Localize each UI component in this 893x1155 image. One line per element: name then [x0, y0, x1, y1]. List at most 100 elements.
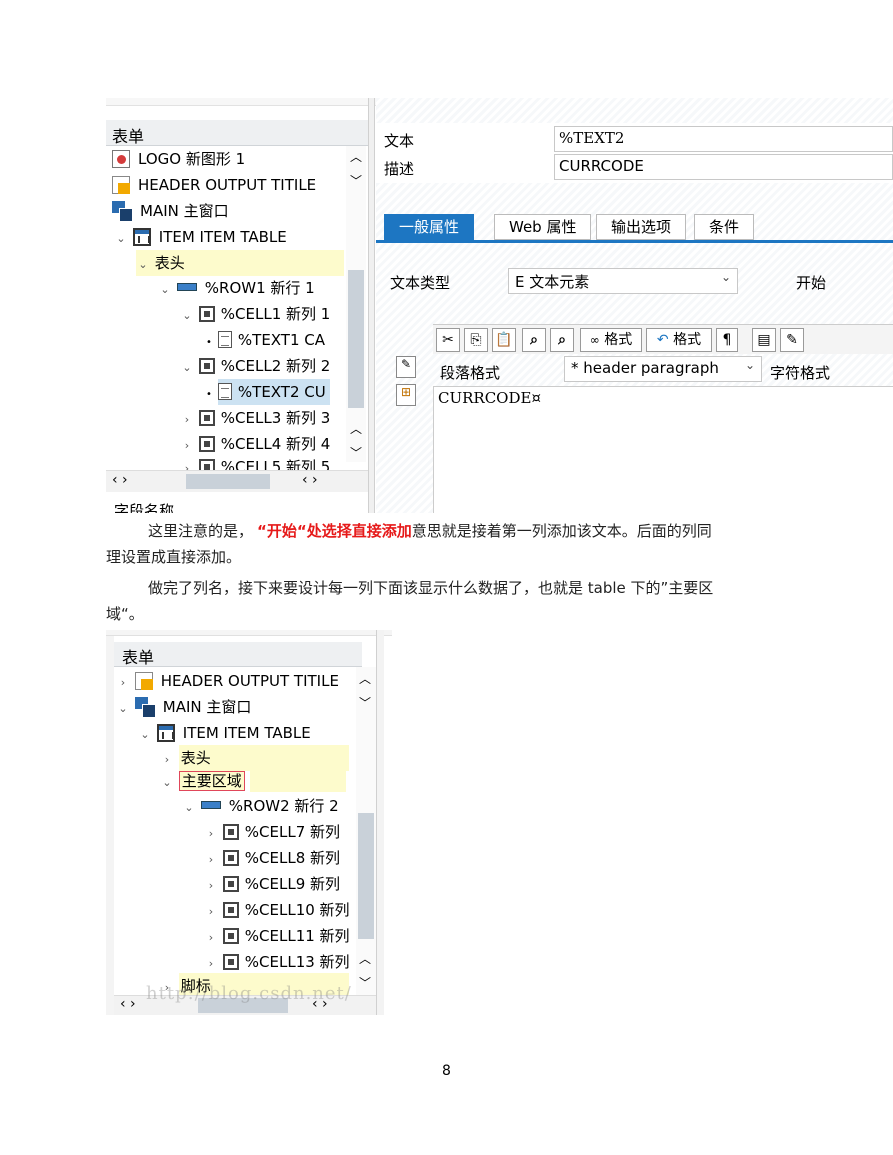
graphic-icon [112, 150, 130, 168]
scroll-up-icon[interactable]: ︿ [350, 148, 362, 165]
tree-item-cell9[interactable]: › %CELL9 新列 [204, 871, 340, 897]
text-name-field[interactable]: %TEXT2 [554, 126, 893, 152]
tab-underline [376, 240, 893, 243]
paragraph-2-line-2: 域“。 [106, 605, 144, 623]
copy-icon[interactable]: ⎘ [464, 328, 488, 352]
text-editor-icon[interactable]: ✎ [396, 356, 416, 378]
window-icon [112, 176, 130, 194]
chevron-right-icon[interactable]: › [204, 925, 218, 949]
chevron-down-icon[interactable]: ⌄ [116, 696, 130, 722]
tree-item-cell2[interactable]: ⌄ %CELL2 新列 2 [180, 353, 330, 379]
tree-scroll-thumb[interactable] [348, 270, 364, 408]
find-format-button[interactable]: ∞ 格式 [580, 328, 642, 352]
tree-item-logo[interactable]: LOGO 新图形 1 [112, 146, 245, 172]
tree-item-cell5[interactable]: › %CELL5 新列 5 [180, 454, 330, 470]
tree-item-header-section[interactable]: ⌄ 表头 [136, 250, 344, 276]
scroll-down-icon[interactable]: ﹀ [350, 444, 362, 461]
chevron-right-icon[interactable]: › [204, 951, 218, 975]
tree-item-text1[interactable]: • %TEXT1 CA [206, 327, 325, 353]
tree-item-main-area-selected[interactable]: ⌄ 主要区域 [160, 768, 346, 794]
description-field[interactable]: CURRCODE [554, 154, 893, 180]
chevron-down-icon[interactable]: ⌄ [138, 722, 152, 748]
tree-item-cell3[interactable]: › %CELL3 新列 3 [180, 405, 331, 433]
screenshot-form-tree-main-area: 表单 › HEADER OUTPUT TITILE ⌄ MAIN 主窗口 ⌄ I… [106, 630, 392, 1015]
cut-icon[interactable]: ✂ [436, 328, 460, 352]
row-icon [200, 801, 221, 809]
scroll-left-right-icon[interactable]: ‹ › [120, 996, 136, 1012]
text-type-select[interactable]: E 文本元素 ⌄ [508, 268, 738, 294]
tree-item-cell11[interactable]: › %CELL11 新列 [204, 923, 354, 949]
chevron-right-icon[interactable]: › [204, 873, 218, 899]
page-number: 8 [442, 1063, 451, 1079]
screenshot-form-editor: 表单 LOGO 新图形 1 HEADER OUTPUT TITILE MAIN … [106, 98, 893, 513]
tree-hscroll-thumb[interactable] [186, 474, 270, 489]
tree-item-header[interactable]: HEADER OUTPUT TITILE [112, 172, 316, 198]
chevron-down-icon[interactable]: ⌄ [180, 355, 194, 381]
tree-item-row1[interactable]: ⌄ %ROW1 新行 1 [158, 275, 314, 303]
paragraph-format-select[interactable]: * header paragraph ⌄ [564, 356, 762, 382]
find-icon[interactable]: ⌕ [522, 328, 546, 352]
chevron-down-icon[interactable]: ⌄ [160, 770, 174, 796]
scroll-down-icon[interactable]: ﹀ [350, 172, 362, 189]
tree-item-row2[interactable]: ⌄ %ROW2 新行 2 [182, 793, 338, 821]
scroll-up-icon[interactable]: ︿ [359, 670, 371, 687]
chevron-right-icon[interactable]: › [180, 456, 194, 470]
cell-icon [198, 358, 215, 374]
scroll-down-icon[interactable]: ﹀ [359, 974, 371, 991]
chevron-right-icon[interactable]: › [180, 407, 194, 433]
tree-item-header[interactable]: › HEADER OUTPUT TITILE [116, 668, 339, 694]
chevron-right-icon[interactable]: › [116, 670, 130, 696]
scroll-left-right-icon[interactable]: ‹ › [302, 472, 318, 488]
scroll-up-icon[interactable]: ︿ [350, 420, 362, 437]
tree-item-cell1[interactable]: ⌄ %CELL1 新列 1 [180, 301, 330, 327]
insert-icon[interactable]: ▤ [752, 328, 776, 352]
edit-pencil-icon[interactable]: ✎ [780, 328, 804, 352]
scroll-left-right-icon[interactable]: ‹ › [112, 472, 128, 488]
tree-item-cell13[interactable]: › %CELL13 新列 [204, 949, 354, 975]
splitter[interactable] [368, 98, 375, 513]
tab-general[interactable]: 一般属性 [384, 214, 475, 240]
chevron-down-icon[interactable]: ⌄ [180, 303, 194, 329]
chevron-right-icon[interactable]: › [204, 899, 218, 923]
paste-icon[interactable]: 📋 [492, 328, 516, 352]
text-type-label: 文本类型 [390, 274, 451, 292]
tree-item-cell8[interactable]: › %CELL8 新列 [204, 845, 340, 871]
paragraph-mark-icon[interactable]: ¶ [716, 328, 738, 352]
tree-item-table[interactable]: ⌄ ITEM ITEM TABLE [138, 720, 311, 746]
tree-structure-icon[interactable]: ⊞ [396, 384, 416, 406]
desc-label: 描述 [384, 160, 415, 178]
tree-item-cell7[interactable]: › %CELL7 新列 [204, 819, 340, 845]
replace-format-button[interactable]: ↶ 格式 [646, 328, 712, 352]
chevron-right-icon[interactable]: › [204, 847, 218, 873]
splitter[interactable] [376, 630, 384, 1015]
tree-item-main[interactable]: ⌄ MAIN 主窗口 [116, 694, 251, 720]
tree-item-text2-selected[interactable]: • %TEXT2 CU [206, 379, 330, 405]
main-window-icon [112, 201, 133, 222]
cell-icon [198, 306, 215, 322]
row-icon [176, 283, 197, 291]
chevron-down-icon[interactable]: ⌄ [158, 277, 172, 303]
text-editor-area[interactable]: CURRCODE¤ [433, 386, 893, 513]
scroll-down-icon[interactable]: ﹀ [359, 694, 371, 711]
tab-web[interactable]: Web 属性 [494, 214, 592, 240]
attributes-panel: 文本 %TEXT2 描述 CURRCODE 一般属性 Web 属性 输出选项 条… [376, 98, 893, 513]
cell-icon [222, 902, 239, 918]
tree-item-main[interactable]: MAIN 主窗口 [112, 198, 229, 224]
text-element-icon [217, 383, 232, 400]
top-strip [106, 630, 392, 636]
chevron-down-icon[interactable]: ⌄ [182, 795, 196, 821]
scroll-up-icon[interactable]: ︿ [359, 950, 371, 967]
tree-scroll-thumb[interactable] [358, 813, 374, 939]
find-next-icon[interactable]: ⌕ [550, 328, 574, 352]
tab-conditions[interactable]: 条件 [694, 214, 755, 240]
cell-icon [198, 410, 215, 426]
chevron-down-icon[interactable]: ⌄ [114, 226, 128, 252]
main-window-icon [134, 697, 156, 718]
chevron-down-icon[interactable]: ⌄ [136, 252, 150, 278]
glasses-icon: ∞ [589, 333, 600, 347]
tree-item-cell10[interactable]: › %CELL10 新列 [204, 897, 354, 923]
chevron-right-icon[interactable]: › [204, 821, 218, 847]
table-icon [132, 228, 151, 246]
tree-item-table[interactable]: ⌄ ITEM ITEM TABLE [114, 224, 287, 250]
tab-output[interactable]: 输出选项 [596, 214, 687, 240]
